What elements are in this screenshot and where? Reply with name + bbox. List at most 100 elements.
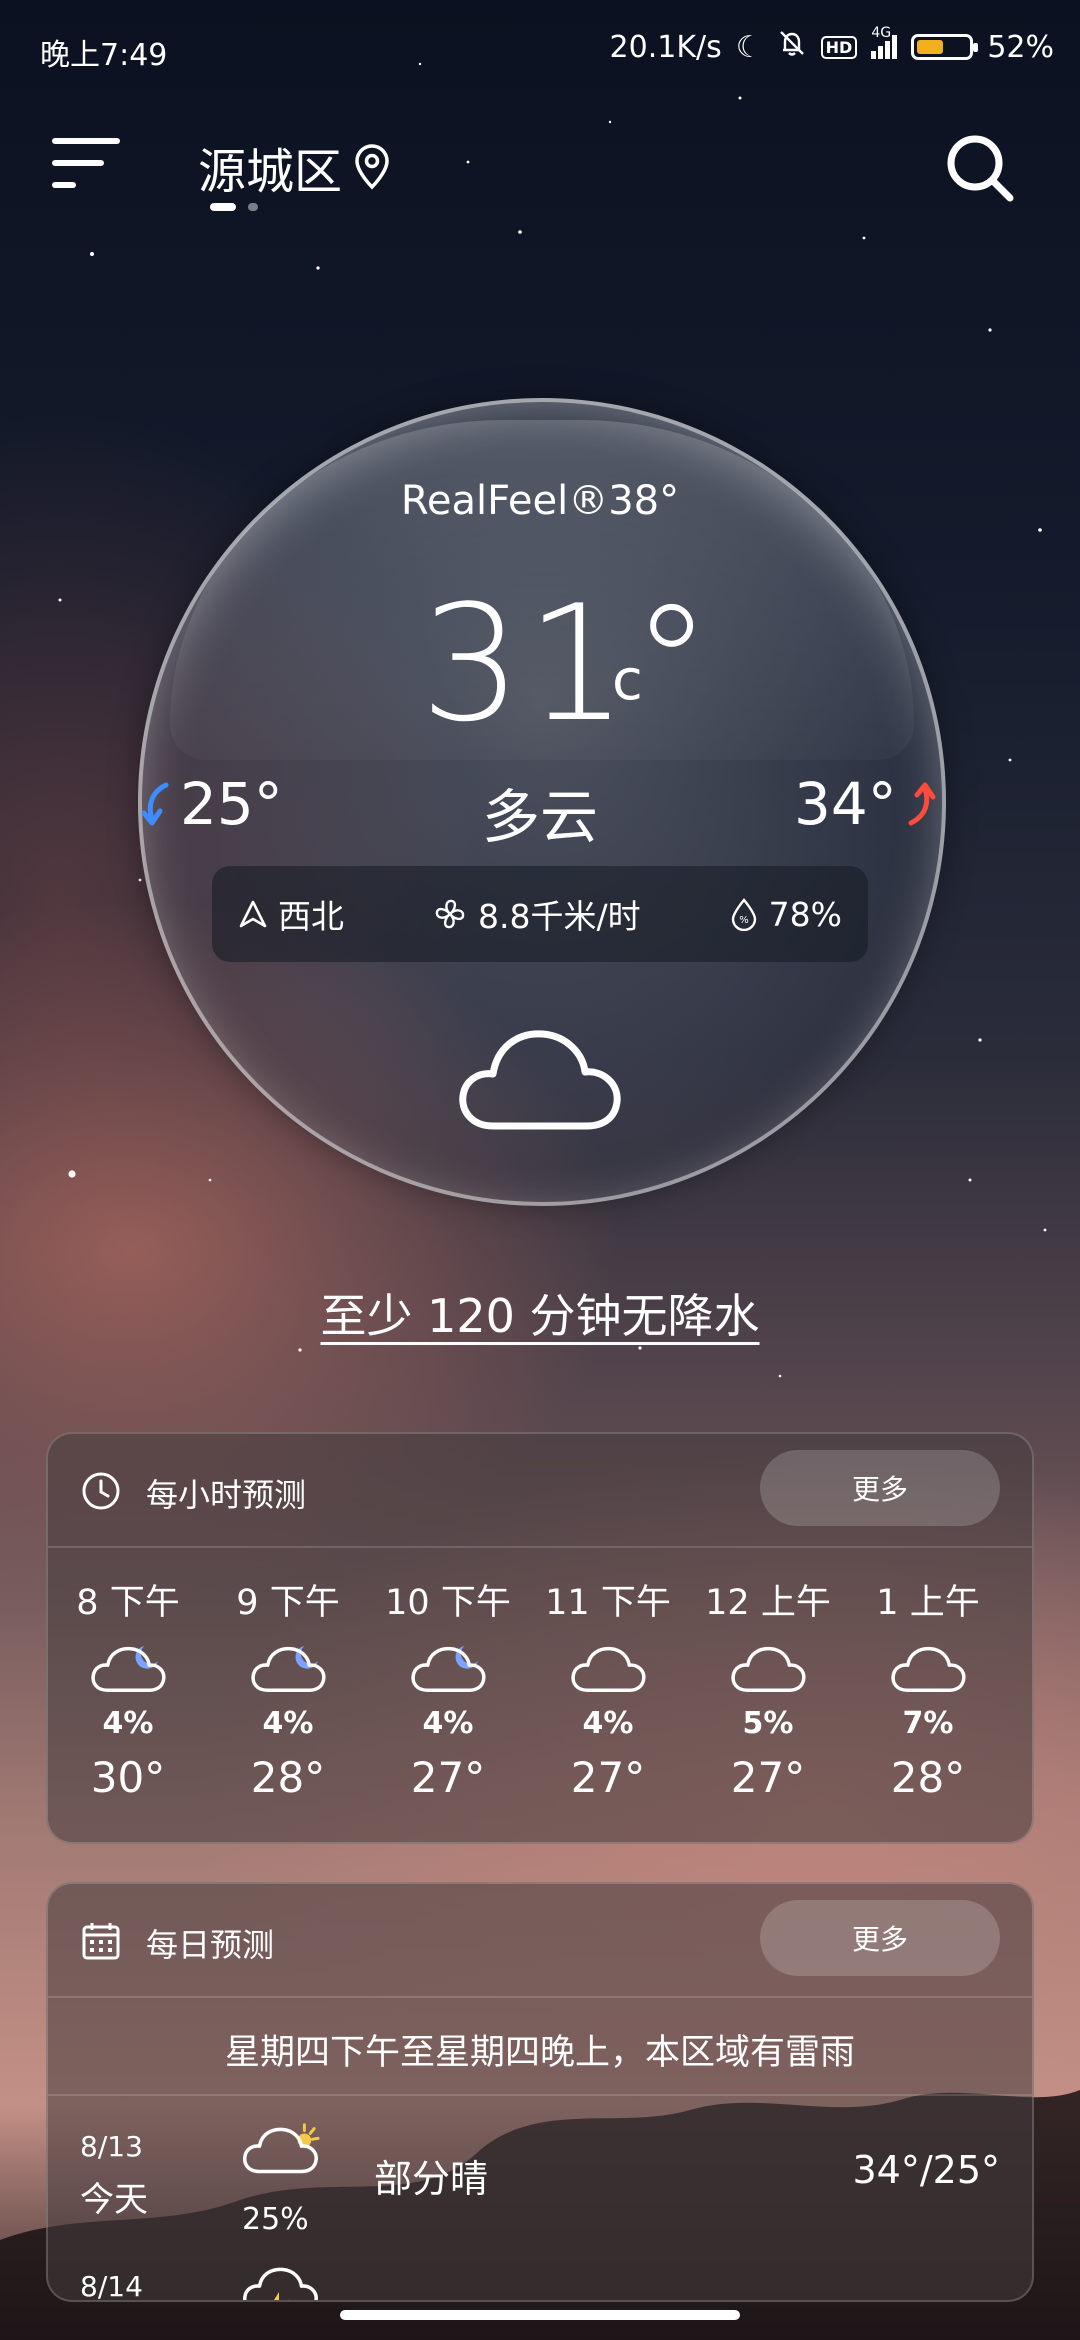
hour-icon <box>408 1642 488 1698</box>
hourly-title: 每小时预测 <box>146 1476 307 1514</box>
partly-sunny-icon <box>242 2123 320 2174</box>
hour-temp: 30° <box>90 1753 166 1802</box>
day-date: 8/13 <box>80 2130 143 2163</box>
location-pin-icon <box>355 144 389 190</box>
hourly-item[interactable]: 12 上午 5% 27° <box>688 1574 848 1802</box>
hourly-item[interactable]: 8 下午 4% 30° <box>48 1574 208 1802</box>
day-name: 今天 <box>80 2180 148 2220</box>
hourly-item[interactable]: 10 下午 4% 27° <box>368 1574 528 1802</box>
home-indicator[interactable] <box>340 2310 740 2320</box>
hourly-item[interactable]: 1 上午 7% 28° <box>848 1574 1008 1802</box>
daily-list: 8/13 今天 25% 部分晴 34°/25° 8/14 <box>48 2096 1032 2302</box>
hour-icon <box>248 1642 328 1698</box>
daily-card-header: 每日预测 更多 <box>48 1884 1032 1998</box>
svg-text:%: % <box>739 915 749 926</box>
hourly-list: 8 下午 4% 30° 9 下午 4% 28° 10 下午 4% 27° 11 下午 4% 27° 12… <box>48 1548 1032 1802</box>
hour-icon <box>888 1642 968 1698</box>
daily-title: 每日预测 <box>146 1926 275 1964</box>
cloudy-night-icon <box>251 1645 326 1693</box>
hourly-card-header: 每小时预测 更多 <box>48 1434 1032 1548</box>
hour-icon <box>568 1642 648 1698</box>
location-selector[interactable]: 源城区 <box>198 132 392 202</box>
current-temperature: 31° <box>420 570 716 757</box>
day-icon <box>240 2120 320 2182</box>
nowcast-link[interactable]: 至少 120 分钟无降水 <box>0 1280 1080 1346</box>
moon-icon: ☾ <box>735 29 763 65</box>
daily-forecast-card: 每日预测 更多 星期四下午至星期四晚上，本区域有雷雨 8/13 今天 25% 部分晴 3… <box>46 1882 1034 2302</box>
high-value: 34° <box>794 770 897 838</box>
thunderstorm-icon <box>242 2267 318 2300</box>
hour-precip: 7% <box>902 1706 954 1741</box>
high-arrow-icon <box>908 782 936 826</box>
cloud-icon <box>459 1030 621 1130</box>
page-dot-active <box>210 203 236 211</box>
search-icon <box>947 135 1014 202</box>
hour-temp: 27° <box>730 1753 806 1802</box>
hour-time: 10 下午 <box>385 1583 511 1623</box>
hour-time: 11 下午 <box>545 1583 671 1623</box>
hd-badge: HD <box>820 35 858 59</box>
hour-precip: 5% <box>742 1706 794 1741</box>
cloudy-night-icon <box>91 1645 166 1693</box>
search-button[interactable] <box>940 128 1020 208</box>
fan-icon <box>435 899 465 929</box>
status-time: 晚上7:49 <box>40 38 168 73</box>
hourly-item[interactable]: 11 下午 4% 27° <box>528 1574 688 1802</box>
day-icon <box>240 2260 320 2300</box>
humidity: % 78% <box>729 895 842 934</box>
bell-off-icon <box>777 28 807 66</box>
hour-temp: 27° <box>410 1753 486 1802</box>
wind-speed: 8.8千米/时 <box>432 890 641 938</box>
current-stats: 西北 8.8千米/时 % 78% <box>212 866 868 962</box>
day-range: 34°/25° <box>852 2148 1000 2192</box>
weather-alert[interactable]: 星期四下午至星期四晚上，本区域有雷雨 <box>48 1998 1032 2096</box>
battery-icon <box>911 34 979 60</box>
hour-icon <box>728 1642 808 1698</box>
hour-precip: 4% <box>262 1706 314 1741</box>
humidity-value: 78% <box>768 894 842 934</box>
hour-time: 8 下午 <box>76 1583 180 1623</box>
wind-speed-value: 8.8千米/时 <box>478 897 641 936</box>
page-dot <box>248 203 258 211</box>
wind-direction-value: 西北 <box>278 897 344 936</box>
hourly-more-button[interactable]: 更多 <box>760 1450 1000 1526</box>
clock-icon <box>82 1472 120 1510</box>
hourly-item[interactable]: 9 下午 4% 28° <box>208 1574 368 1802</box>
cloud-icon <box>891 1646 966 1693</box>
hour-temp: 27° <box>570 1753 646 1802</box>
cloud-icon <box>571 1646 646 1693</box>
page-indicator <box>210 203 258 211</box>
realfeel-value: 38° <box>608 478 680 524</box>
cloud-icon <box>731 1646 806 1693</box>
wind-direction: 西北 <box>238 890 344 938</box>
daily-row[interactable]: 8/13 今天 25% 部分晴 34°/25° <box>48 2096 1032 2237</box>
day-precip: 25% <box>242 2202 309 2237</box>
nowcast-text: 至少 120 分钟无降水 <box>320 1289 760 1343</box>
battery-level <box>917 40 944 54</box>
calendar-icon <box>82 1923 120 1960</box>
hour-time: 12 上午 <box>705 1583 831 1623</box>
humidity-drop-icon: % <box>731 898 756 931</box>
hourly-forecast-card: 每小时预测 更多 8 下午 4% 30° 9 下午 4% 28° 10 下午 4% 27° 11 … <box>46 1432 1034 1844</box>
battery-percent: 52% <box>987 29 1054 65</box>
hour-icon <box>88 1642 168 1698</box>
cloudy-night-icon <box>411 1645 486 1693</box>
hour-precip: 4% <box>422 1706 474 1741</box>
hour-precip: 4% <box>102 1706 154 1741</box>
signal-icon: 4G <box>871 25 898 59</box>
hour-precip: 4% <box>582 1706 634 1741</box>
realfeel-label: RealFeel® <box>400 478 609 524</box>
daily-row[interactable]: 8/14 <box>48 2236 1032 2302</box>
high-temperature: 34° <box>794 770 937 838</box>
status-bar: 晚上7:49 20.1K/s ☾ HD 4G 52% <box>0 0 1080 96</box>
menu-icon[interactable] <box>52 138 122 192</box>
daily-more-button[interactable]: 更多 <box>760 1900 1000 1976</box>
realfeel: RealFeel®38° <box>0 478 1080 524</box>
temperature-unit: c <box>612 648 643 713</box>
wind-direction-icon <box>239 900 267 928</box>
hour-time: 1 上午 <box>876 1583 980 1623</box>
network-type: 4G <box>871 25 892 41</box>
hour-time: 9 下午 <box>236 1583 340 1623</box>
city-name: 源城区 <box>198 144 343 200</box>
day-date: 8/14 <box>80 2270 143 2302</box>
